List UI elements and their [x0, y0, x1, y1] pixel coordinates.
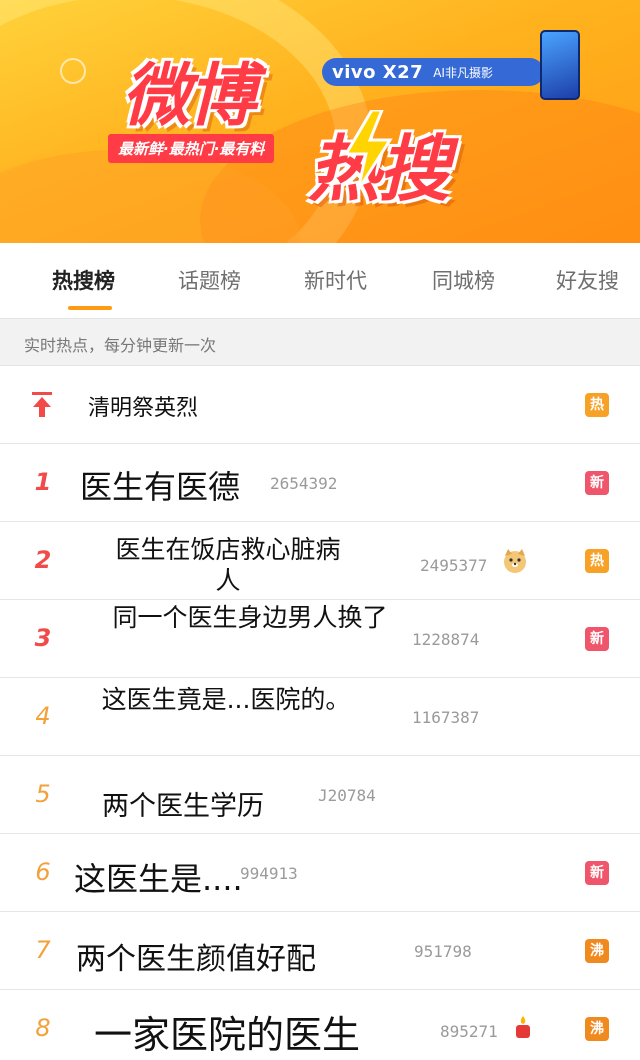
banner[interactable]: 微博 最新鲜·最热门·最有料 热搜 vivo X27 AI非凡摄影	[0, 0, 640, 243]
hot-badge: 热	[585, 549, 609, 573]
new-badge: 新	[585, 627, 609, 651]
tab-hot-search[interactable]: 热搜榜	[52, 265, 115, 295]
list-item[interactable]: 7 两个医生颜值好配 951798 沸	[0, 912, 640, 990]
topic-title[interactable]: 医生在饭店救心脏病人	[112, 534, 344, 597]
list-item[interactable]: 2 医生在饭店救心脏病人 2495377 热	[0, 522, 640, 600]
tab-topics[interactable]: 话题榜	[178, 265, 241, 295]
list-item[interactable]: 4 这医生竟是...医院的。 1167387	[0, 678, 640, 756]
banner-slogan: 最新鲜·最热门·最有料	[108, 134, 275, 163]
search-count: 2654392	[270, 474, 338, 493]
topic-title[interactable]: 这医生竟是...医院的。	[98, 684, 354, 715]
rank-number: 6	[35, 858, 51, 886]
search-count: J20784	[318, 786, 376, 805]
tab-new-era[interactable]: 新时代	[304, 265, 367, 295]
sponsor-subtitle: AI非凡摄影	[433, 65, 493, 80]
list-item[interactable]: 3 同一个医生身边男人换了 1228874 新	[0, 600, 640, 678]
rank-number: 7	[35, 936, 51, 964]
topic-title[interactable]: 同一个医生身边男人换了	[104, 602, 396, 633]
search-count: 895271	[440, 1022, 498, 1041]
search-count: 1167387	[412, 708, 480, 727]
doge-emoji-icon	[504, 549, 526, 573]
boil-badge: 沸	[585, 1017, 609, 1041]
search-count: 994913	[240, 864, 298, 883]
banner-title-main: 微博	[122, 57, 256, 136]
search-count: 2495377	[420, 556, 488, 575]
rank-number: 4	[35, 702, 51, 730]
topic-title[interactable]: 两个医生颜值好配	[76, 934, 316, 978]
rank-number: 1	[34, 468, 52, 496]
phone-image	[540, 30, 580, 100]
new-badge: 新	[585, 471, 609, 495]
sponsor-name: vivo X27	[332, 61, 424, 83]
hot-badge: 热	[585, 393, 609, 417]
list-item[interactable]: 1 医生有医德 2654392 新	[0, 444, 640, 522]
update-notice-text: 实时热点，每分钟更新一次	[24, 336, 217, 355]
new-badge: 新	[585, 861, 609, 885]
topic-title[interactable]: 清明祭英烈	[88, 390, 198, 422]
topic-title[interactable]: 这医生是....	[74, 854, 243, 900]
ring-icon	[60, 58, 86, 84]
tab-friends[interactable]: 好友搜	[556, 265, 619, 295]
topic-title[interactable]: 两个医生学历	[102, 784, 264, 823]
update-notice: 实时热点，每分钟更新一次	[0, 318, 640, 366]
active-tab-indicator	[68, 306, 112, 310]
pin-top-icon	[32, 392, 52, 417]
topic-title[interactable]: 一家医院的医生	[94, 1004, 360, 1059]
rank-number: 5	[35, 780, 51, 808]
tab-bar: 热搜榜 话题榜 新时代 同城榜 好友搜	[0, 243, 640, 318]
boil-badge: 沸	[585, 939, 609, 963]
sponsor-tag[interactable]: vivo X27 AI非凡摄影	[322, 58, 544, 86]
list-item-pinned[interactable]: 清明祭英烈 热	[0, 366, 640, 444]
topic-title[interactable]: 医生有医德	[80, 462, 240, 508]
tab-local[interactable]: 同城榜	[432, 265, 495, 295]
lightning-icon	[343, 110, 393, 190]
search-count: 951798	[414, 942, 472, 961]
list-item[interactable]: 5 两个医生学历 J20784	[0, 756, 640, 834]
candle-emoji-icon	[516, 1016, 530, 1038]
list-item[interactable]: 8 一家医院的医生 895271 沸	[0, 990, 640, 1060]
rank-number: 2	[34, 546, 52, 574]
list-item[interactable]: 6 这医生是.... 994913 新	[0, 834, 640, 912]
rank-number: 3	[34, 624, 52, 652]
search-count: 1228874	[412, 630, 480, 649]
rank-number: 8	[35, 1014, 51, 1042]
